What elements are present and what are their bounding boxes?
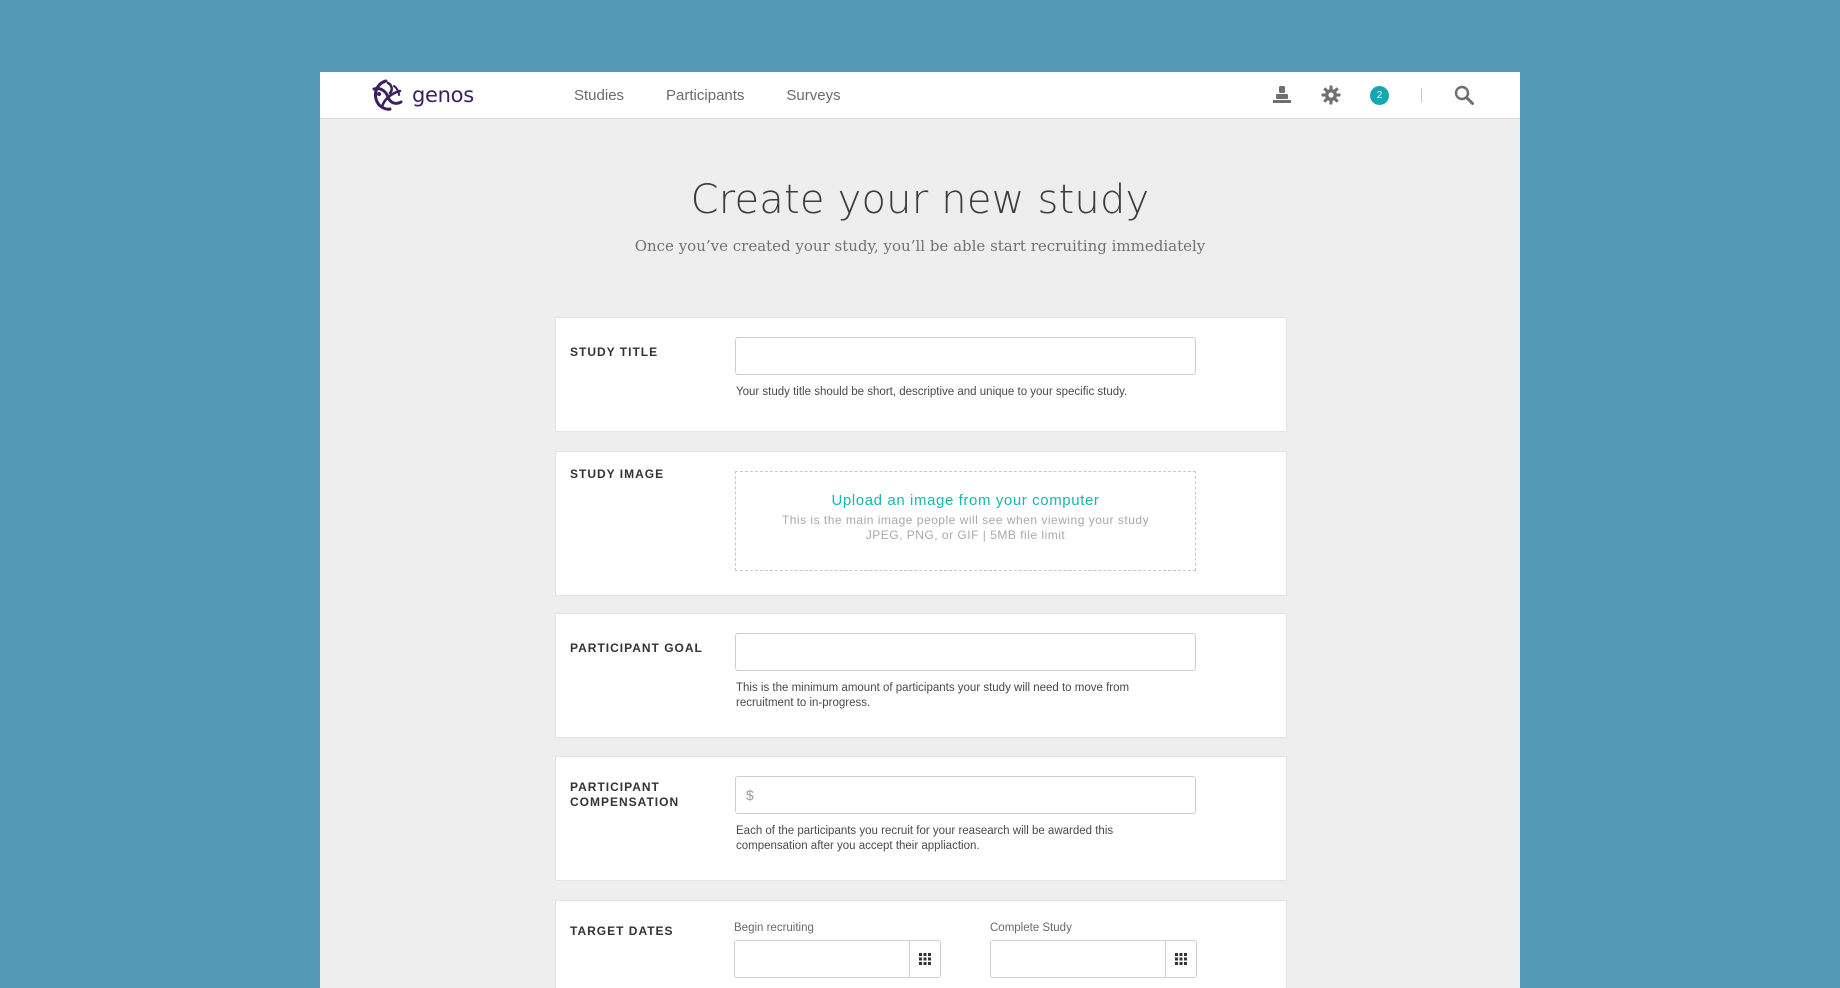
main-nav: Studies Participants Surveys — [574, 72, 883, 118]
complete-study-field — [990, 940, 1197, 978]
study-title-card: STUDY TITLE Your study title should be s… — [555, 317, 1287, 432]
calendar-icon[interactable] — [909, 941, 940, 977]
begin-recruiting-input[interactable] — [735, 941, 909, 977]
participant-compensation-card: PARTICIPANT COMPENSATION Each of the par… — [555, 756, 1287, 881]
nav-link-surveys[interactable]: Surveys — [786, 87, 840, 104]
user-icon[interactable] — [1272, 85, 1292, 105]
participant-compensation-label: PARTICIPANT COMPENSATION — [570, 780, 679, 810]
study-title-label: STUDY TITLE — [570, 345, 659, 359]
upload-image-link[interactable]: Upload an image from your computer — [736, 492, 1195, 509]
nav-actions: 2 — [1272, 72, 1474, 118]
compensation-label-line1: PARTICIPANT — [570, 780, 660, 794]
complete-study-label: Complete Study — [990, 922, 1072, 934]
calendar-icon[interactable] — [1165, 941, 1196, 977]
top-navbar: genos Studies Participants Surveys 2 — [320, 72, 1520, 119]
page-title: Create your new study — [690, 177, 1150, 223]
upload-hint-main: This is the main image people will see w… — [781, 513, 1150, 527]
target-dates-card: TARGET DATES Begin recruiting Complete S… — [555, 900, 1287, 988]
participant-goal-help: This is the minimum amount of participan… — [736, 682, 1130, 709]
complete-study-group: Complete Study — [990, 922, 1197, 978]
begin-recruiting-field — [734, 940, 941, 978]
complete-study-input[interactable] — [991, 941, 1165, 977]
genos-logo[interactable]: genos — [368, 77, 474, 113]
participant-goal-label: PARTICIPANT GOAL — [570, 641, 703, 655]
search-icon[interactable] — [1454, 85, 1474, 105]
study-title-input[interactable] — [735, 337, 1196, 375]
page-subtitle: Once you’ve created your study, you’ll b… — [634, 237, 1206, 255]
study-image-card: STUDY IMAGE Upload an image from your co… — [555, 451, 1287, 596]
compensation-input[interactable] — [735, 776, 1196, 814]
genos-logo-icon — [372, 79, 403, 111]
page-header: Create your new study Once you’ve create… — [320, 119, 1520, 255]
compensation-label-line2: COMPENSATION — [570, 795, 680, 809]
target-dates-label: TARGET DATES — [570, 924, 674, 938]
notification-badge[interactable]: 2 — [1370, 85, 1389, 105]
nav-link-participants[interactable]: Participants — [666, 87, 744, 104]
participant-goal-input[interactable] — [735, 633, 1196, 671]
upload-hint-formats: JPEG, PNG, or GIF | 5MB file limit — [865, 528, 1066, 542]
nav-divider — [1421, 87, 1422, 103]
participant-goal-card: PARTICIPANT GOAL This is the minimum amo… — [555, 613, 1287, 738]
brand-name: genos — [412, 83, 474, 107]
nav-link-studies[interactable]: Studies — [574, 87, 624, 104]
begin-recruiting-label: Begin recruiting — [734, 922, 814, 934]
gear-icon[interactable] — [1321, 85, 1341, 105]
study-image-label: STUDY IMAGE — [570, 467, 665, 481]
app-window: genos Studies Participants Surveys 2 Cre… — [320, 72, 1520, 988]
begin-recruiting-group: Begin recruiting — [734, 922, 941, 978]
compensation-help: Each of the participants you recruit for… — [736, 825, 1114, 852]
study-title-help: Your study title should be short, descri… — [736, 386, 1128, 398]
image-upload-dropzone[interactable]: Upload an image from your computer This … — [735, 471, 1196, 571]
